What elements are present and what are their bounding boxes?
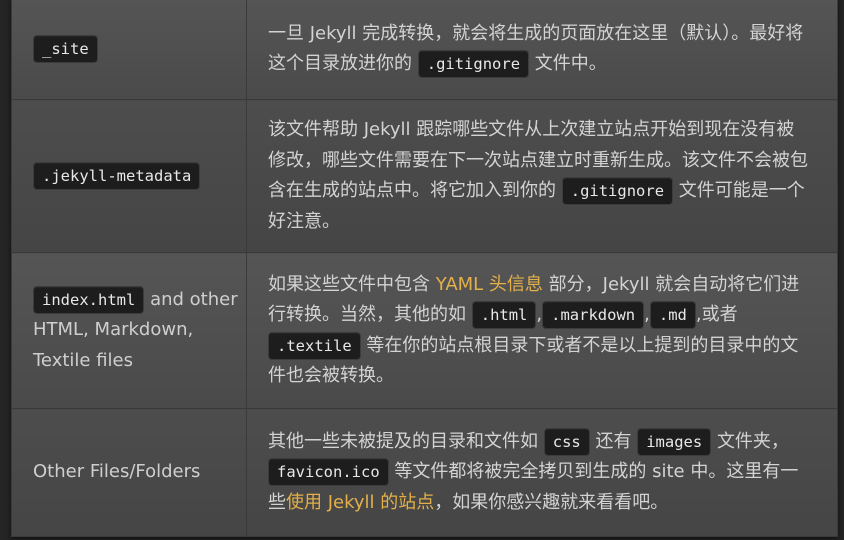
description-cell: 如果这些文件中包含 YAML 头信息 部分，Jekyll 就会自动将它们进行转换… bbox=[246, 252, 838, 409]
file-name-cell: Other Files/Folders bbox=[11, 408, 247, 537]
inline-code: favicon.ico bbox=[268, 458, 389, 487]
file-name-cell: index.html and other HTML, Markdown, Tex… bbox=[11, 252, 247, 409]
inline-code: .gitignore bbox=[561, 177, 674, 205]
file-name-cell: _site bbox=[11, 0, 247, 100]
directory-structure-table: _site 一旦 Jekyll 完成转换，就会将生成的页面放在这里（默认）。最好… bbox=[11, 0, 838, 537]
description-cell: 一旦 Jekyll 完成转换，就会将生成的页面放在这里（默认）。最好将这个目录放… bbox=[246, 0, 838, 100]
table-row: index.html and other HTML, Markdown, Tex… bbox=[11, 252, 838, 409]
file-name-text: Other Files/Folders bbox=[33, 461, 201, 483]
file-name-code: _site bbox=[33, 34, 98, 63]
description-text: 文件夹， bbox=[716, 430, 789, 452]
inline-code: .md bbox=[649, 301, 696, 329]
description-text: 还有 bbox=[595, 430, 632, 452]
description-text: ,或者 bbox=[695, 304, 738, 325]
file-name-code: index.html bbox=[33, 285, 145, 314]
jekyll-sites-link[interactable]: 使用 Jekyll 的站点 bbox=[286, 492, 434, 513]
description-cell: 其他一些未被提及的目录和文件如 css 还有 images 文件夹， favic… bbox=[246, 408, 838, 537]
inline-code: .markdown bbox=[542, 301, 645, 329]
inline-code: .textile bbox=[268, 331, 361, 360]
table-row: Other Files/Folders 其他一些未被提及的目录和文件如 css … bbox=[11, 408, 838, 537]
description-text: ，如果你感兴趣就来看看吧。 bbox=[434, 491, 669, 513]
file-name-cell: .jekyll-metadata bbox=[11, 99, 247, 253]
description-cell: 该文件帮助 Jekyll 跟踪哪些文件从上次建立站点开始到现在没有被修改，哪些文… bbox=[246, 99, 838, 253]
inline-code: .gitignore bbox=[417, 50, 530, 78]
table-row: _site 一旦 Jekyll 完成转换，就会将生成的页面放在这里（默认）。最好… bbox=[11, 0, 838, 100]
description-text: 其他一些未被提及的目录和文件如 bbox=[268, 430, 538, 452]
page-background: _site 一旦 Jekyll 完成转换，就会将生成的页面放在这里（默认）。最好… bbox=[0, 0, 844, 540]
table-row: .jekyll-metadata 该文件帮助 Jekyll 跟踪哪些文件从上次建… bbox=[11, 99, 838, 253]
inline-code: .html bbox=[471, 301, 537, 329]
inline-code: css bbox=[543, 427, 590, 456]
yaml-front-matter-link[interactable]: YAML 头信息 bbox=[436, 274, 543, 295]
description-text: 文件中。 bbox=[534, 53, 607, 74]
description-text: 如果这些文件中包含 bbox=[268, 273, 430, 295]
inline-code: images bbox=[637, 427, 712, 456]
file-name-code: .jekyll-metadata bbox=[33, 161, 201, 190]
